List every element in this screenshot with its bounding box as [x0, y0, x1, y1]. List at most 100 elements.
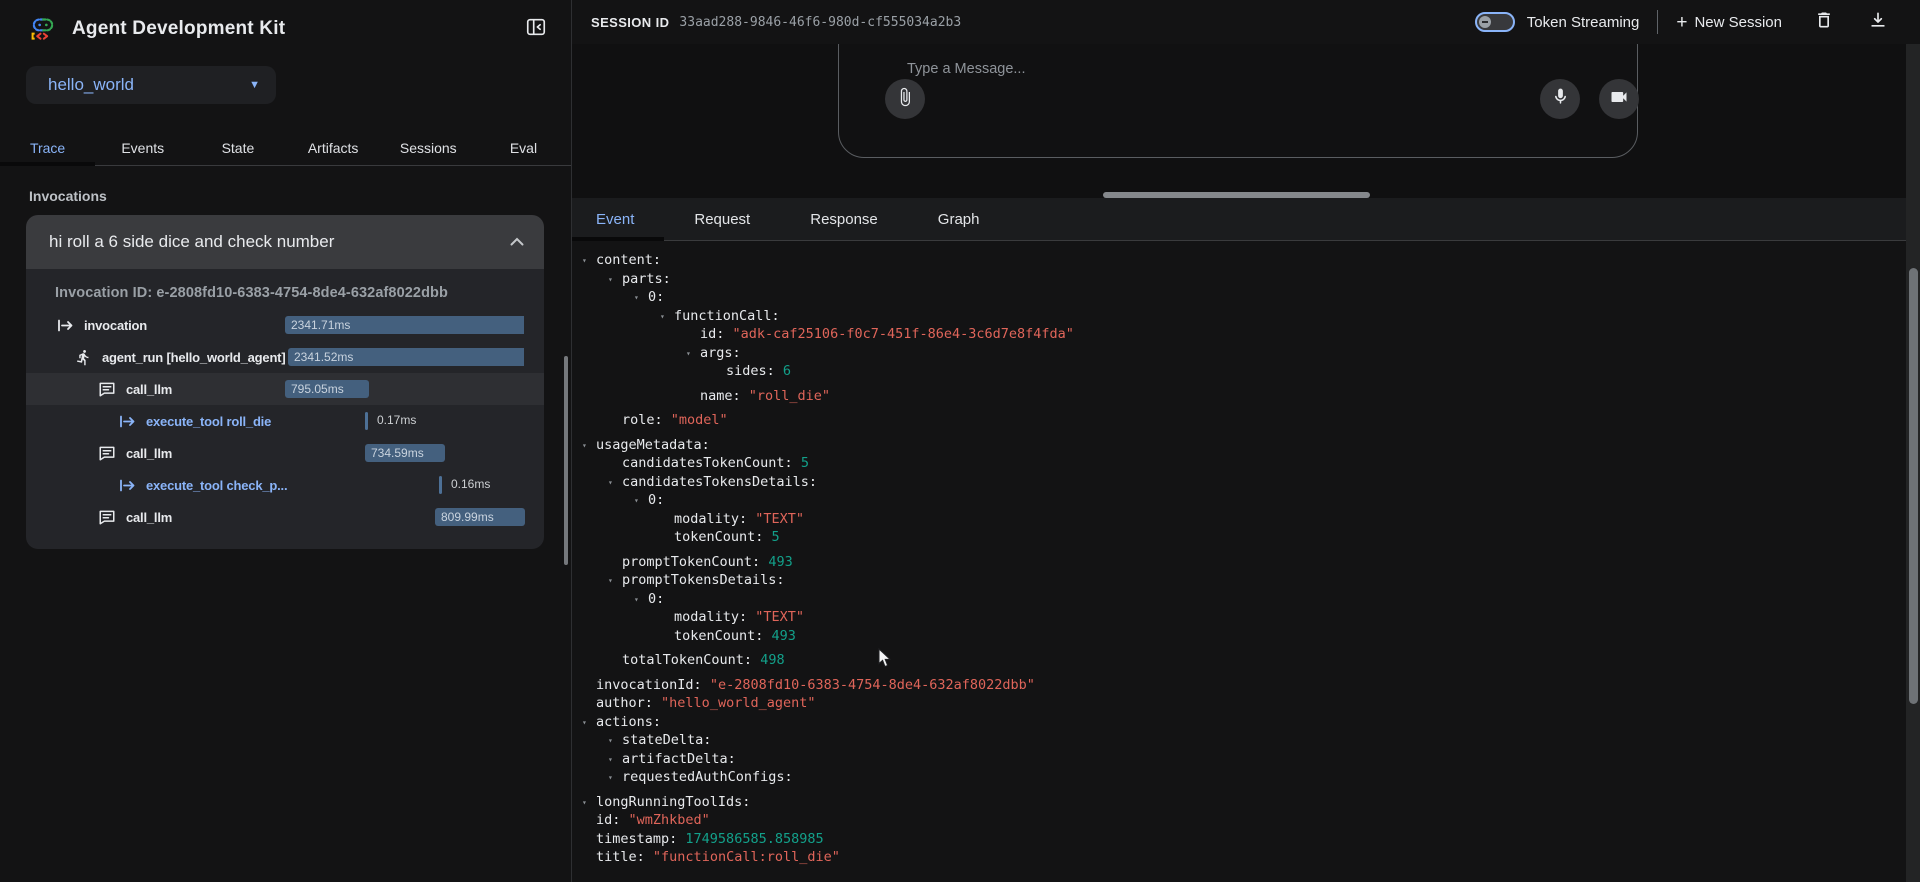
message-box: Type a Message...	[838, 44, 1638, 158]
span-duration-bar: 2341.71ms	[285, 316, 524, 334]
tree-key: longRunningToolIds:	[596, 794, 750, 810]
collapse-triangle-icon[interactable]: ▾	[634, 591, 639, 610]
tree-value: "adk-caf25106-f0c7-451f-86e4-3c6d7e8f4fd…	[733, 326, 1074, 342]
tree-row: author: "hello_world_agent"	[572, 694, 1906, 713]
tree-key: 0:	[648, 591, 664, 607]
detail-tab-request[interactable]: Request	[664, 198, 780, 240]
collapse-triangle-icon[interactable]: ▾	[582, 714, 587, 733]
tree-row: modality: "TEXT"	[572, 510, 1906, 529]
collapse-triangle-icon[interactable]: ▾	[608, 732, 613, 751]
tree-row: ▾artifactDelta:	[572, 750, 1906, 769]
invocation-card-header[interactable]: hi roll a 6 side dice and check number	[26, 215, 544, 269]
trace-span-row[interactable]: invocation2341.71ms	[26, 309, 544, 341]
collapse-triangle-icon[interactable]: ▾	[634, 289, 639, 308]
span-duration: 2341.52ms	[288, 350, 353, 364]
tree-value: 1749586585.858985	[685, 831, 823, 847]
tree-key: content:	[596, 252, 661, 268]
agent-select[interactable]: hello_world ▼	[26, 66, 276, 104]
toggle-off-icon	[1479, 16, 1491, 28]
collapse-triangle-icon[interactable]: ▾	[582, 794, 587, 813]
new-session-button[interactable]: + New Session	[1676, 13, 1782, 32]
tree-value: 493	[772, 628, 796, 644]
sidebar-tab-trace[interactable]: Trace	[0, 130, 95, 165]
span-label: execute_tool roll_die	[146, 414, 271, 429]
sidebar-tab-sessions[interactable]: Sessions	[381, 130, 476, 165]
trace-span-row[interactable]: call_llm795.05ms	[26, 373, 544, 405]
tree-key: args:	[700, 345, 741, 361]
tree-row: id: "adk-caf25106-f0c7-451f-86e4-3c6d7e8…	[572, 325, 1906, 344]
collapse-triangle-icon[interactable]: ▾	[608, 474, 613, 493]
token-streaming-toggle[interactable]	[1475, 12, 1515, 32]
tree-row: ▾promptTokensDetails:	[572, 571, 1906, 590]
trace-span-row[interactable]: execute_tool check_p...0.16ms	[26, 469, 544, 501]
camera-button[interactable]	[1599, 79, 1639, 119]
sidebar-tab-eval[interactable]: Eval	[476, 130, 571, 165]
trace-span-row[interactable]: call_llm809.99ms	[26, 501, 544, 533]
attach-file-button[interactable]	[885, 79, 925, 119]
detail-tab-response[interactable]: Response	[780, 198, 908, 240]
chevron-up-icon[interactable]	[510, 233, 524, 251]
tree-key: tokenCount:	[674, 628, 763, 644]
download-icon	[1868, 10, 1888, 35]
invocation-card: hi roll a 6 side dice and check number I…	[26, 215, 544, 549]
event-json-tree: ▾content:▾parts:▾0:▾functionCall:id: "ad…	[572, 241, 1906, 882]
sidebar-tab-state[interactable]: State	[190, 130, 285, 165]
span-duration-bar: 734.59ms	[365, 444, 445, 462]
tree-row: ▾0:	[572, 491, 1906, 510]
arrow-from-bar-icon	[118, 412, 136, 430]
tree-key: usageMetadata:	[596, 437, 710, 453]
arrow-from-bar-icon	[118, 476, 136, 494]
sidebar-scrollbar[interactable]	[564, 356, 568, 565]
tree-key: name:	[700, 388, 741, 404]
tree-row: totalTokenCount: 498	[572, 651, 1906, 670]
tree-key: timestamp:	[596, 831, 677, 847]
mic-button[interactable]	[1540, 79, 1580, 119]
delete-session-button[interactable]	[1812, 10, 1836, 34]
tree-key: parts:	[622, 271, 671, 287]
collapse-triangle-icon[interactable]: ▾	[582, 437, 587, 456]
detail-tab-event[interactable]: Event	[572, 198, 664, 240]
collapse-triangle-icon[interactable]: ▾	[608, 769, 613, 788]
tree-key: stateDelta:	[622, 732, 711, 748]
tree-row: name: "roll_die"	[572, 387, 1906, 406]
span-label: agent_run [hello_world_agent]	[102, 350, 285, 365]
tree-key: modality:	[674, 609, 747, 625]
invocations-heading: Invocations	[29, 188, 571, 204]
sidebar-tab-artifacts[interactable]: Artifacts	[286, 130, 381, 165]
topbar-divider	[1657, 10, 1658, 34]
collapse-triangle-icon[interactable]: ▾	[634, 492, 639, 511]
runner-icon	[74, 348, 92, 366]
span-duration: 795.05ms	[285, 382, 344, 396]
tree-value: "TEXT"	[755, 511, 804, 527]
trace-span-row[interactable]: agent_run [hello_world_agent]2341.52ms	[26, 341, 544, 373]
trace-span-row[interactable]: execute_tool roll_die0.17ms	[26, 405, 544, 437]
tree-row: ▾ content:	[572, 251, 1906, 270]
vertical-scrollbar-thumb[interactable]	[1909, 268, 1918, 704]
collapse-triangle-icon[interactable]: ▾	[608, 572, 613, 591]
export-session-button[interactable]	[1866, 10, 1890, 34]
collapse-triangle-icon[interactable]: ▾	[686, 345, 691, 364]
tree-key: requestedAuthConfigs:	[622, 769, 793, 785]
tree-row: candidatesTokenCount: 5	[572, 454, 1906, 473]
tree-key: promptTokenCount:	[622, 554, 760, 570]
tree-key: invocationId:	[596, 677, 702, 693]
collapse-triangle-icon[interactable]: ▾	[582, 252, 587, 271]
trace-span-row[interactable]: call_llm734.59ms	[26, 437, 544, 469]
tree-key: author:	[596, 695, 653, 711]
detail-tab-graph[interactable]: Graph	[908, 198, 1010, 240]
sidebar-tab-events[interactable]: Events	[95, 130, 190, 165]
collapse-sidebar-button[interactable]	[523, 16, 549, 42]
collapse-triangle-icon[interactable]: ▾	[660, 308, 665, 327]
span-label: call_llm	[126, 510, 172, 525]
tree-row: ▾functionCall:	[572, 307, 1906, 326]
span-duration: 0.16ms	[451, 477, 490, 491]
message-input[interactable]: Type a Message...	[907, 61, 1025, 77]
video-camera-icon	[1609, 87, 1629, 112]
sidebar-header: Agent Development Kit	[0, 0, 571, 58]
collapse-triangle-icon[interactable]: ▾	[608, 751, 613, 770]
tree-value: "model"	[671, 412, 728, 428]
invocation-query: hi roll a 6 side dice and check number	[49, 232, 334, 252]
chat-icon	[98, 444, 116, 462]
tree-value: 5	[772, 529, 780, 545]
collapse-triangle-icon[interactable]: ▾	[608, 271, 613, 290]
